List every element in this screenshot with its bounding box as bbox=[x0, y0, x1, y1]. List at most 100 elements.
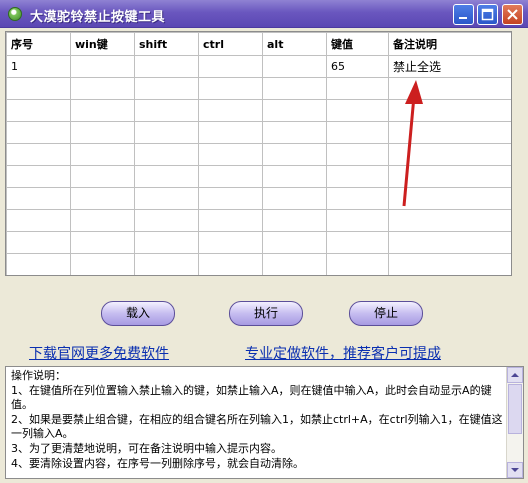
cell-win[interactable] bbox=[70, 55, 135, 78]
header-keyvalue[interactable]: 键值 bbox=[326, 32, 389, 56]
grid-cell[interactable] bbox=[6, 253, 71, 275]
cell-alt[interactable] bbox=[262, 55, 327, 78]
maximize-button[interactable] bbox=[477, 4, 498, 25]
grid-cell[interactable] bbox=[70, 209, 135, 232]
grid-cell[interactable] bbox=[70, 253, 135, 275]
header-note[interactable]: 备注说明 bbox=[388, 32, 511, 56]
instructions-box[interactable]: 操作说明： 1、在键值所在列位置输入禁止输入的键，如禁止输入A，则在键值中输入A… bbox=[5, 366, 524, 479]
grid-cell[interactable] bbox=[262, 231, 327, 254]
grid-cell[interactable] bbox=[6, 165, 71, 188]
grid-cell[interactable] bbox=[388, 121, 511, 144]
cell-note[interactable]: 禁止全选 bbox=[388, 55, 511, 78]
grid-cell[interactable] bbox=[262, 121, 327, 144]
header-alt[interactable]: alt bbox=[262, 32, 327, 56]
key-grid[interactable]: 序号 win键 shift ctrl alt 键值 备注说明 1 65 禁止全选 bbox=[5, 31, 512, 276]
grid-cell[interactable] bbox=[6, 77, 71, 100]
grid-cell[interactable] bbox=[326, 209, 389, 232]
grid-cell[interactable] bbox=[71, 276, 135, 277]
grid-cell[interactable] bbox=[134, 143, 199, 166]
grid-cell[interactable] bbox=[198, 77, 263, 100]
grid-cell[interactable] bbox=[327, 276, 389, 277]
grid-cell[interactable] bbox=[388, 231, 511, 254]
grid-cell[interactable] bbox=[6, 231, 71, 254]
grid-cell[interactable] bbox=[388, 165, 511, 188]
grid-cell[interactable] bbox=[135, 276, 199, 277]
grid-cell[interactable] bbox=[70, 99, 135, 122]
grid-cell[interactable] bbox=[326, 143, 389, 166]
grid-cell[interactable] bbox=[198, 209, 263, 232]
grid-cell[interactable] bbox=[134, 209, 199, 232]
grid-cell[interactable] bbox=[262, 253, 327, 275]
grid-cell[interactable] bbox=[134, 121, 199, 144]
header-ctrl[interactable]: ctrl bbox=[198, 32, 263, 56]
table-row bbox=[7, 276, 512, 277]
grid-cell[interactable] bbox=[199, 276, 263, 277]
grid-cell[interactable] bbox=[198, 121, 263, 144]
grid-cell[interactable] bbox=[388, 143, 511, 166]
close-button[interactable] bbox=[502, 4, 523, 25]
scroll-up-button[interactable] bbox=[507, 367, 523, 383]
grid-cell[interactable] bbox=[262, 77, 327, 100]
grid-cell[interactable] bbox=[198, 143, 263, 166]
grid-cell[interactable] bbox=[388, 209, 511, 232]
grid-cell[interactable] bbox=[6, 143, 71, 166]
grid-cell[interactable] bbox=[262, 209, 327, 232]
scroll-thumb[interactable] bbox=[508, 384, 522, 434]
grid-cell[interactable] bbox=[198, 99, 263, 122]
cell-shift[interactable] bbox=[134, 55, 199, 78]
grid-cell[interactable] bbox=[70, 165, 135, 188]
grid-cell[interactable] bbox=[198, 187, 263, 210]
grid-cell[interactable] bbox=[263, 276, 327, 277]
grid-cell[interactable] bbox=[134, 165, 199, 188]
grid-cell[interactable] bbox=[70, 231, 135, 254]
cell-index[interactable]: 1 bbox=[6, 55, 71, 78]
grid-cell[interactable] bbox=[198, 165, 263, 188]
grid-cell[interactable] bbox=[262, 187, 327, 210]
grid-cell[interactable] bbox=[7, 276, 71, 277]
cell-keyvalue[interactable]: 65 bbox=[326, 55, 389, 78]
header-win[interactable]: win键 bbox=[70, 32, 135, 56]
grid-cell[interactable] bbox=[70, 121, 135, 144]
grid-cell[interactable] bbox=[326, 121, 389, 144]
grid-cell[interactable] bbox=[388, 253, 511, 275]
grid-cell[interactable] bbox=[70, 187, 135, 210]
run-button[interactable]: 执行 bbox=[229, 301, 303, 326]
header-shift[interactable]: shift bbox=[134, 32, 199, 56]
instructions-scrollbar[interactable] bbox=[506, 367, 523, 478]
grid-cell[interactable] bbox=[262, 165, 327, 188]
grid-cell[interactable] bbox=[262, 99, 327, 122]
load-button[interactable]: 载入 bbox=[101, 301, 175, 326]
grid-cell[interactable] bbox=[326, 187, 389, 210]
grid-cell[interactable] bbox=[198, 253, 263, 275]
grid-cell[interactable] bbox=[326, 77, 389, 100]
grid-cell[interactable] bbox=[198, 231, 263, 254]
grid-cell[interactable] bbox=[6, 121, 71, 144]
grid-cell[interactable] bbox=[326, 253, 389, 275]
stop-button[interactable]: 停止 bbox=[349, 301, 423, 326]
grid-cell[interactable] bbox=[389, 276, 512, 277]
more-software-link[interactable]: 下载官网更多免费软件 bbox=[29, 343, 169, 363]
grid-cell[interactable] bbox=[6, 209, 71, 232]
grid-cell[interactable] bbox=[326, 231, 389, 254]
grid-cell[interactable] bbox=[388, 77, 511, 100]
header-index[interactable]: 序号 bbox=[6, 32, 71, 56]
grid-cell[interactable] bbox=[388, 187, 511, 210]
grid-cell[interactable] bbox=[6, 99, 71, 122]
scroll-down-button[interactable] bbox=[507, 462, 523, 478]
grid-cell[interactable] bbox=[326, 165, 389, 188]
grid-cell[interactable] bbox=[134, 187, 199, 210]
grid-cell[interactable] bbox=[134, 231, 199, 254]
grid-cell[interactable] bbox=[326, 99, 389, 122]
grid-cell[interactable] bbox=[70, 143, 135, 166]
grid-cell[interactable] bbox=[70, 77, 135, 100]
grid-cell[interactable] bbox=[134, 77, 199, 100]
cell-ctrl[interactable] bbox=[198, 55, 263, 78]
grid-cell[interactable] bbox=[134, 99, 199, 122]
grid-cell[interactable] bbox=[262, 143, 327, 166]
minimize-button[interactable] bbox=[453, 4, 474, 25]
grid-cell[interactable] bbox=[6, 187, 71, 210]
grid-cell[interactable] bbox=[388, 99, 511, 122]
grid-cell[interactable] bbox=[134, 253, 199, 275]
custom-software-link[interactable]: 专业定做软件，推荐客户可提成 bbox=[245, 343, 441, 363]
grid-header-row: 序号 win键 shift ctrl alt 键值 备注说明 bbox=[6, 32, 511, 56]
